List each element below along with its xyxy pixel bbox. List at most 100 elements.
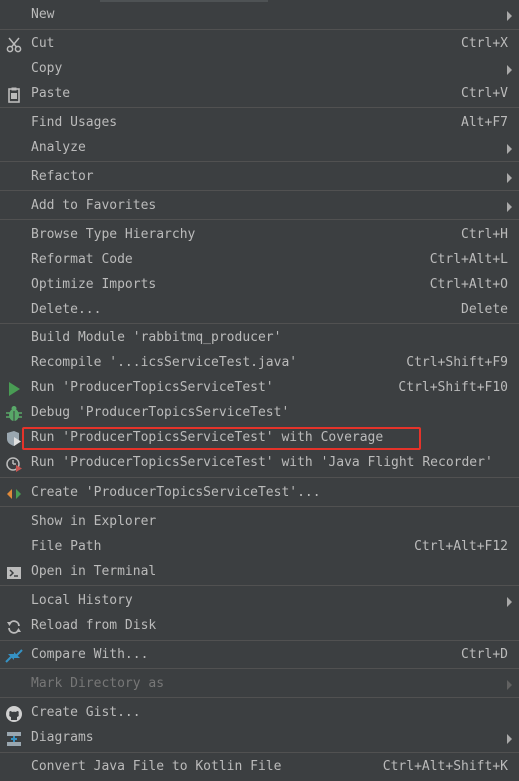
shortcut-label: Delete [461, 302, 508, 317]
menu-item-label: Optimize Imports [31, 277, 157, 292]
menu-item-cut[interactable]: Cut Ctrl+X [0, 32, 519, 57]
submenu-arrow-icon [507, 202, 512, 212]
scissors-icon [5, 36, 23, 54]
menu-item-label: Mark Directory as [31, 676, 165, 691]
menu-item-label: Analyze [31, 140, 86, 155]
menu-item-label: Reload from Disk [31, 618, 157, 633]
menu-item-reload-from-disk[interactable]: Reload from Disk [0, 614, 519, 639]
menu-item-label: Debug 'ProducerTopicsServiceTest' [31, 405, 290, 420]
menu-item-label: Create 'ProducerTopicsServiceTest'... [31, 485, 321, 500]
shield-run-icon [5, 430, 23, 448]
menu-item-label: Compare With... [31, 647, 149, 662]
github-icon [5, 705, 23, 723]
editor-tab-edge [100, 0, 268, 2]
menu-item-label: Copy [31, 61, 63, 76]
menu-item-create-configuration[interactable]: Create 'ProducerTopicsServiceTest'... [0, 481, 519, 506]
menu-item-build-module[interactable]: Build Module 'rabbitmq_producer' [0, 326, 519, 351]
menu-item-label: Diagrams [31, 730, 94, 745]
menu-item-find-usages[interactable]: Find Usages Alt+F7 [0, 111, 519, 136]
menu-item-label: Run 'ProducerTopicsServiceTest' [31, 380, 274, 395]
menu-item-recompile[interactable]: Recompile '...icsServiceTest.java' Ctrl+… [0, 351, 519, 376]
separator [0, 668, 519, 669]
reload-icon [5, 618, 23, 636]
menu-item-convert-to-kotlin[interactable]: Convert Java File to Kotlin File Ctrl+Al… [0, 755, 519, 780]
annotation-highlight-box [22, 427, 421, 450]
run-triangle-icon [5, 380, 23, 398]
shortcut-label: Ctrl+H [461, 227, 508, 242]
menu-item-label: New [31, 7, 55, 22]
shortcut-label: Ctrl+Shift+F10 [398, 380, 508, 395]
separator [0, 161, 519, 162]
menu-item-label: Find Usages [31, 115, 118, 130]
menu-item-label: Paste [31, 86, 71, 101]
menu-item-mark-directory-as: Mark Directory as [0, 672, 519, 697]
menu-item-label: Refactor [31, 169, 94, 184]
clipboard-icon [5, 86, 23, 104]
menu-item-label: File Path [31, 539, 102, 554]
shortcut-label: Ctrl+Alt+F12 [414, 539, 508, 554]
separator [0, 29, 519, 30]
menu-item-create-gist[interactable]: Create Gist... [0, 701, 519, 726]
menu-item-copy[interactable]: Copy [0, 57, 519, 82]
bug-icon [5, 405, 23, 423]
menu-item-label: Build Module 'rabbitmq_producer' [31, 330, 282, 345]
menu-item-label: Local History [31, 593, 133, 608]
menu-item-delete[interactable]: Delete... Delete [0, 298, 519, 323]
separator [0, 640, 519, 641]
menu-item-optimize-imports[interactable]: Optimize Imports Ctrl+Alt+O [0, 273, 519, 298]
shortcut-label: Ctrl+Alt+O [429, 277, 508, 292]
menu-item-run-with-jfr[interactable]: Run 'ProducerTopicsServiceTest' with 'Ja… [0, 451, 519, 476]
diagram-icon [5, 730, 23, 748]
separator [0, 190, 519, 191]
menu-item-refactor[interactable]: Refactor [0, 165, 519, 190]
shortcut-label: Ctrl+D [461, 647, 508, 662]
menu-item-compare-with[interactable]: Compare With... Ctrl+D [0, 643, 519, 668]
shortcut-label: Ctrl+X [461, 36, 508, 51]
menu-item-label: Add to Favorites [31, 198, 157, 213]
menu-item-reformat-code[interactable]: Reformat Code Ctrl+Alt+L [0, 248, 519, 273]
menu-item-debug[interactable]: Debug 'ProducerTopicsServiceTest' [0, 401, 519, 426]
shortcut-label: Ctrl+Alt+L [429, 252, 508, 267]
menu-item-label: Open in Terminal [31, 564, 157, 579]
menu-item-label: Cut [31, 36, 55, 51]
separator [0, 107, 519, 108]
separator [0, 477, 519, 478]
submenu-arrow-icon [507, 144, 512, 154]
submenu-arrow-icon [507, 173, 512, 183]
submenu-arrow-icon [507, 11, 512, 21]
menu-item-diagrams[interactable]: Diagrams [0, 726, 519, 751]
shortcut-label: Ctrl+Alt+Shift+K [382, 759, 508, 774]
separator [0, 585, 519, 586]
separator [0, 697, 519, 698]
separator [0, 323, 519, 324]
shortcut-label: Ctrl+Shift+F9 [406, 355, 508, 370]
menu-item-label: Convert Java File to Kotlin File [31, 759, 282, 774]
submenu-arrow-icon [507, 680, 512, 690]
menu-item-label: Delete... [31, 302, 102, 317]
separator [0, 752, 519, 753]
menu-item-show-in-explorer[interactable]: Show in Explorer [0, 510, 519, 535]
context-menu: New Cut Ctrl+X Copy Paste Ctrl+V Find Us… [0, 0, 519, 781]
menu-item-run[interactable]: Run 'ProducerTopicsServiceTest' Ctrl+Shi… [0, 376, 519, 401]
menu-item-new[interactable]: New [0, 3, 519, 28]
separator [0, 219, 519, 220]
menu-item-local-history[interactable]: Local History [0, 589, 519, 614]
submenu-arrow-icon [507, 734, 512, 744]
submenu-arrow-icon [507, 597, 512, 607]
create-config-icon [5, 485, 23, 503]
menu-item-analyze[interactable]: Analyze [0, 136, 519, 161]
menu-item-label: Show in Explorer [31, 514, 157, 529]
menu-item-add-to-favorites[interactable]: Add to Favorites [0, 194, 519, 219]
menu-item-label: Recompile '...icsServiceTest.java' [31, 355, 298, 370]
terminal-icon [5, 564, 23, 582]
menu-item-label: Browse Type Hierarchy [31, 227, 196, 242]
submenu-arrow-icon [507, 65, 512, 75]
menu-item-open-in-terminal[interactable]: Open in Terminal [0, 560, 519, 585]
profiler-icon [5, 455, 23, 473]
separator [0, 506, 519, 507]
menu-item-file-path[interactable]: File Path Ctrl+Alt+F12 [0, 535, 519, 560]
menu-item-browse-type-hierarchy[interactable]: Browse Type Hierarchy Ctrl+H [0, 223, 519, 248]
compare-arrows-icon [5, 647, 23, 665]
menu-item-paste[interactable]: Paste Ctrl+V [0, 82, 519, 107]
shortcut-label: Ctrl+V [461, 86, 508, 101]
